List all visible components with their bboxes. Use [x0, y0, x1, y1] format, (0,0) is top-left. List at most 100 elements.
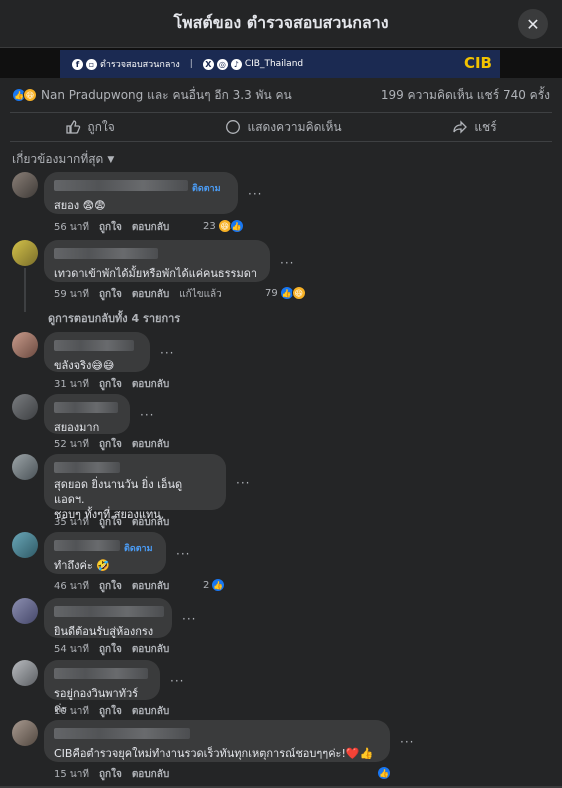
comment-text: ยินดีต้อนรับสู่ห้องกรง — [54, 625, 154, 638]
avatar[interactable] — [12, 720, 38, 746]
comment-reply-link[interactable]: ตอบกลับ — [132, 767, 169, 782]
dialog-title: โพสต์ของ ตำรวจสอบสวนกลาง — [173, 13, 389, 32]
comment-like-link[interactable]: ถูกใจ — [99, 377, 122, 392]
comment-meta: 54 นาที ถูกใจ ตอบกลับ — [54, 642, 169, 657]
comment-reply-link[interactable]: ตอบกลับ — [132, 704, 169, 719]
avatar[interactable] — [12, 660, 38, 686]
like-reaction-icon: 👍 — [229, 219, 244, 233]
commenter-name-blurred[interactable] — [54, 540, 120, 551]
comment-like-link[interactable]: ถูกใจ — [99, 579, 122, 594]
comment-sort-dropdown[interactable]: เกี่ยวข้องมากที่สุด ▼ — [12, 150, 114, 169]
comment-bubble: ขลังจริง😅😅 — [44, 332, 150, 372]
commenter-name-blurred[interactable] — [54, 248, 158, 259]
reaction-count: 2 — [203, 579, 210, 591]
more-options-icon[interactable]: ··· — [170, 674, 184, 688]
edited-label: แก้ไขแล้ว — [179, 289, 222, 300]
commenter-name-blurred[interactable] — [54, 728, 190, 739]
comment-text: ทำถึงค่ะ 🤣 — [54, 559, 110, 572]
follow-link[interactable]: ติดตาม — [192, 184, 221, 194]
more-options-icon[interactable]: ··· — [140, 408, 154, 422]
more-options-icon[interactable]: ··· — [236, 476, 250, 490]
commenter-name-blurred[interactable] — [54, 180, 188, 191]
more-options-icon[interactable]: ··· — [176, 547, 190, 561]
avatar[interactable] — [12, 598, 38, 624]
comment-reply-link[interactable]: ตอบกลับ — [132, 287, 169, 302]
more-options-icon[interactable]: ··· — [280, 256, 294, 270]
thread-line — [24, 268, 26, 312]
avatar[interactable] — [12, 394, 38, 420]
post-stats[interactable]: 199 ความคิดเห็น แชร์ 740 ครั้ง — [381, 86, 550, 105]
comment-like-link[interactable]: ถูกใจ — [99, 437, 122, 452]
comment-bubble: สยองมาก — [44, 394, 130, 434]
comment-time[interactable]: 35 นาที — [54, 515, 89, 530]
comment-time[interactable]: 46 นาที — [54, 579, 89, 594]
commenter-name-blurred[interactable] — [54, 668, 148, 679]
comment-like-link[interactable]: ถูกใจ — [99, 767, 122, 782]
comment-text: สยอง 😨😨 — [54, 199, 106, 212]
comment-reactions[interactable]: 23 😆 👍 — [203, 219, 244, 233]
share-icon — [453, 120, 468, 134]
avatar[interactable] — [12, 532, 38, 558]
comment-text: สยองมาก — [54, 421, 100, 434]
commenter-name-blurred[interactable] — [54, 606, 164, 617]
comment-text-line1: สุดยอด ยิ่งนานวัน ยิ่ง เอ็นดู แอดฯ. — [54, 478, 183, 506]
commenter-name-blurred[interactable] — [54, 462, 120, 473]
comment-bubble: เทวดาเข้าพักได้มั้ยหรือพักได้แค่คนธรรมดา — [44, 240, 270, 282]
comment-meta: 59 นาที ถูกใจ ตอบกลับ แก้ไขแล้ว — [54, 287, 222, 302]
comment-reactions[interactable]: 👍 — [377, 766, 391, 780]
comment-meta: 10 นาที ถูกใจ ตอบกลับ — [54, 704, 169, 719]
comment-time[interactable]: 15 นาที — [54, 767, 89, 782]
comment-meta: 31 นาที ถูกใจ ตอบกลับ — [54, 377, 169, 392]
comment-bubble: รอยู่กองวินพาทัวร์ค่ะ — [44, 660, 160, 715]
post-banner[interactable]: f ▫ ตำรวจสอบสวนกลาง | X ◎ ♪ CIB_Thailand… — [60, 50, 500, 78]
haha-reaction-icon[interactable]: 😆 — [23, 88, 37, 102]
more-options-icon[interactable]: ··· — [248, 187, 262, 201]
comment-icon — [226, 120, 241, 134]
sort-label: เกี่ยวข้องมากที่สุด — [12, 152, 104, 166]
comment-reply-link[interactable]: ตอบกลับ — [132, 579, 169, 594]
avatar[interactable] — [12, 172, 38, 198]
thumbs-up-icon — [66, 120, 81, 134]
caret-down-icon: ▼ — [107, 154, 115, 165]
comment-like-link[interactable]: ถูกใจ — [99, 642, 122, 657]
more-options-icon[interactable]: ··· — [160, 346, 174, 360]
haha-reaction-icon: 😆 — [291, 286, 306, 300]
comment-reply-link[interactable]: ตอบกลับ — [132, 377, 169, 392]
comment-like-link[interactable]: ถูกใจ — [99, 287, 122, 302]
comment-time[interactable]: 54 นาที — [54, 642, 89, 657]
avatar[interactable] — [12, 240, 38, 266]
more-options-icon[interactable]: ··· — [400, 735, 414, 749]
comment-bubble: สุดยอด ยิ่งนานวัน ยิ่ง เอ็นดู แอดฯ. ชอบๆ… — [44, 454, 226, 521]
avatar[interactable] — [12, 332, 38, 358]
comment-reply-link[interactable]: ตอบกลับ — [132, 437, 169, 452]
comment-time[interactable]: 10 นาที — [54, 704, 89, 719]
comment-reply-link[interactable]: ตอบกลับ — [132, 220, 169, 235]
reaction-count: 23 — [203, 220, 216, 232]
more-options-icon[interactable]: ··· — [182, 612, 196, 626]
comment-label: แสดงความคิดเห็น — [247, 119, 342, 134]
follow-link[interactable]: ติดตาม — [124, 544, 153, 554]
share-button[interactable]: แชร์ — [452, 118, 497, 137]
banner-separator: | — [189, 59, 193, 69]
comment-like-link[interactable]: ถูกใจ — [99, 220, 122, 235]
comment-time[interactable]: 59 นาที — [54, 287, 89, 302]
comment-reply-link[interactable]: ตอบกลับ — [132, 515, 169, 530]
comment-like-link[interactable]: ถูกใจ — [99, 515, 122, 530]
comment-time[interactable]: 56 นาที — [54, 220, 89, 235]
comment-button[interactable]: แสดงความคิดเห็น — [225, 118, 342, 137]
comment-reactions[interactable]: 79 👍 😆 — [265, 286, 306, 300]
close-icon[interactable]: ✕ — [518, 9, 548, 39]
commenter-name-blurred[interactable] — [54, 340, 134, 351]
reactors-names[interactable]: Nan Pradupwong และ คนอื่นๆ อีก 3.3 พัน ค… — [41, 86, 292, 105]
comment-like-link[interactable]: ถูกใจ — [99, 704, 122, 719]
like-button[interactable]: ถูกใจ — [65, 118, 115, 137]
post-actions: ถูกใจ แสดงความคิดเห็น แชร์ — [10, 112, 552, 142]
comment-time[interactable]: 52 นาที — [54, 437, 89, 452]
view-all-replies-link[interactable]: ดูการตอบกลับทั้ง 4 รายการ — [48, 309, 180, 327]
commenter-name-blurred[interactable] — [54, 402, 118, 413]
comment-meta: 15 นาที ถูกใจ ตอบกลับ — [54, 767, 169, 782]
comment-reply-link[interactable]: ตอบกลับ — [132, 642, 169, 657]
avatar[interactable] — [12, 454, 38, 480]
comment-reactions[interactable]: 2 👍 — [203, 578, 226, 592]
comment-time[interactable]: 31 นาที — [54, 377, 89, 392]
